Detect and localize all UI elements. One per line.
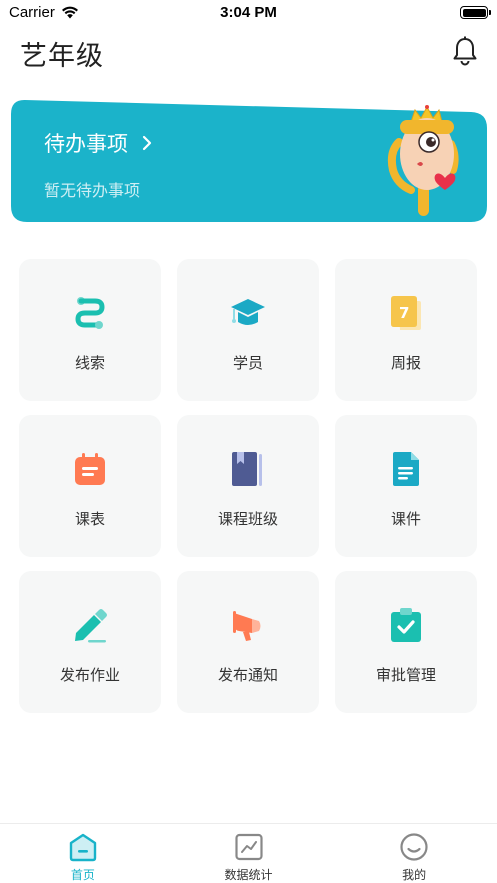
todo-card[interactable]: 待办事项 暂无待办事项 xyxy=(11,98,487,222)
tile-label: 线索 xyxy=(74,354,105,372)
tile-courseware[interactable]: 课件 xyxy=(335,415,477,557)
tile-label: 发布通知 xyxy=(217,666,278,684)
bell-icon[interactable] xyxy=(451,36,479,66)
tile-label: 周报 xyxy=(390,354,421,372)
tab-statistics[interactable]: 数据统计 xyxy=(166,824,332,883)
chevron-right-icon xyxy=(142,135,152,151)
mascot-icon xyxy=(387,105,459,216)
document-icon xyxy=(393,452,419,486)
tile-publish-homework[interactable]: 发布作业 xyxy=(19,571,161,713)
graduation-cap-icon xyxy=(231,299,265,325)
tab-home[interactable]: 首页 xyxy=(0,824,166,883)
tab-label: 首页 xyxy=(70,868,95,882)
home-icon xyxy=(69,833,97,862)
status-bar: Carrier 3:04 PM xyxy=(0,0,497,26)
tile-students[interactable]: 学员 xyxy=(177,259,319,401)
tile-lead[interactable]: 线索 xyxy=(19,259,161,401)
lead-icon xyxy=(75,297,105,329)
todo-title[interactable]: 待办事项 xyxy=(44,128,152,158)
svg-text:7: 7 xyxy=(399,304,409,322)
tile-label: 课表 xyxy=(74,510,105,528)
tile-label: 审批管理 xyxy=(375,666,436,684)
tab-mine[interactable]: 我的 xyxy=(331,824,497,883)
tile-approval[interactable]: 审批管理 xyxy=(335,571,477,713)
app-title: 艺年级 xyxy=(20,41,104,72)
tile-label: 课程班级 xyxy=(217,510,278,528)
megaphone-icon xyxy=(233,611,261,641)
tile-label: 课件 xyxy=(390,510,421,528)
feature-grid: 线索 学员 7 周报 课表 课程班级 课件 发布作业 发布通知 审批管理 xyxy=(19,259,479,713)
tile-course-class[interactable]: 课程班级 xyxy=(177,415,319,557)
tile-publish-notice[interactable]: 发布通知 xyxy=(177,571,319,713)
clock: 3:04 PM xyxy=(220,4,277,21)
schedule-icon xyxy=(75,453,105,485)
tab-label: 数据统计 xyxy=(224,868,273,882)
profile-icon xyxy=(400,833,428,861)
chart-icon xyxy=(234,833,263,861)
clipboard-check-icon xyxy=(391,608,421,642)
book-icon xyxy=(232,452,262,486)
tile-label: 学员 xyxy=(232,354,263,372)
tile-label: 发布作业 xyxy=(59,666,120,684)
tile-schedule[interactable]: 课表 xyxy=(19,415,161,557)
todo-title-text: 待办事项 xyxy=(44,132,128,156)
battery-icon xyxy=(460,6,491,19)
app-header: 艺年级 xyxy=(0,30,497,74)
calendar-7-icon: 7 xyxy=(391,296,421,330)
tab-bar: 首页 数据统计 我的 xyxy=(0,823,497,883)
todo-subtitle: 暂无待办事项 xyxy=(44,181,141,200)
tile-weekly-report[interactable]: 7 周报 xyxy=(335,259,477,401)
pencil-icon xyxy=(75,609,107,643)
tab-label: 我的 xyxy=(402,868,427,882)
